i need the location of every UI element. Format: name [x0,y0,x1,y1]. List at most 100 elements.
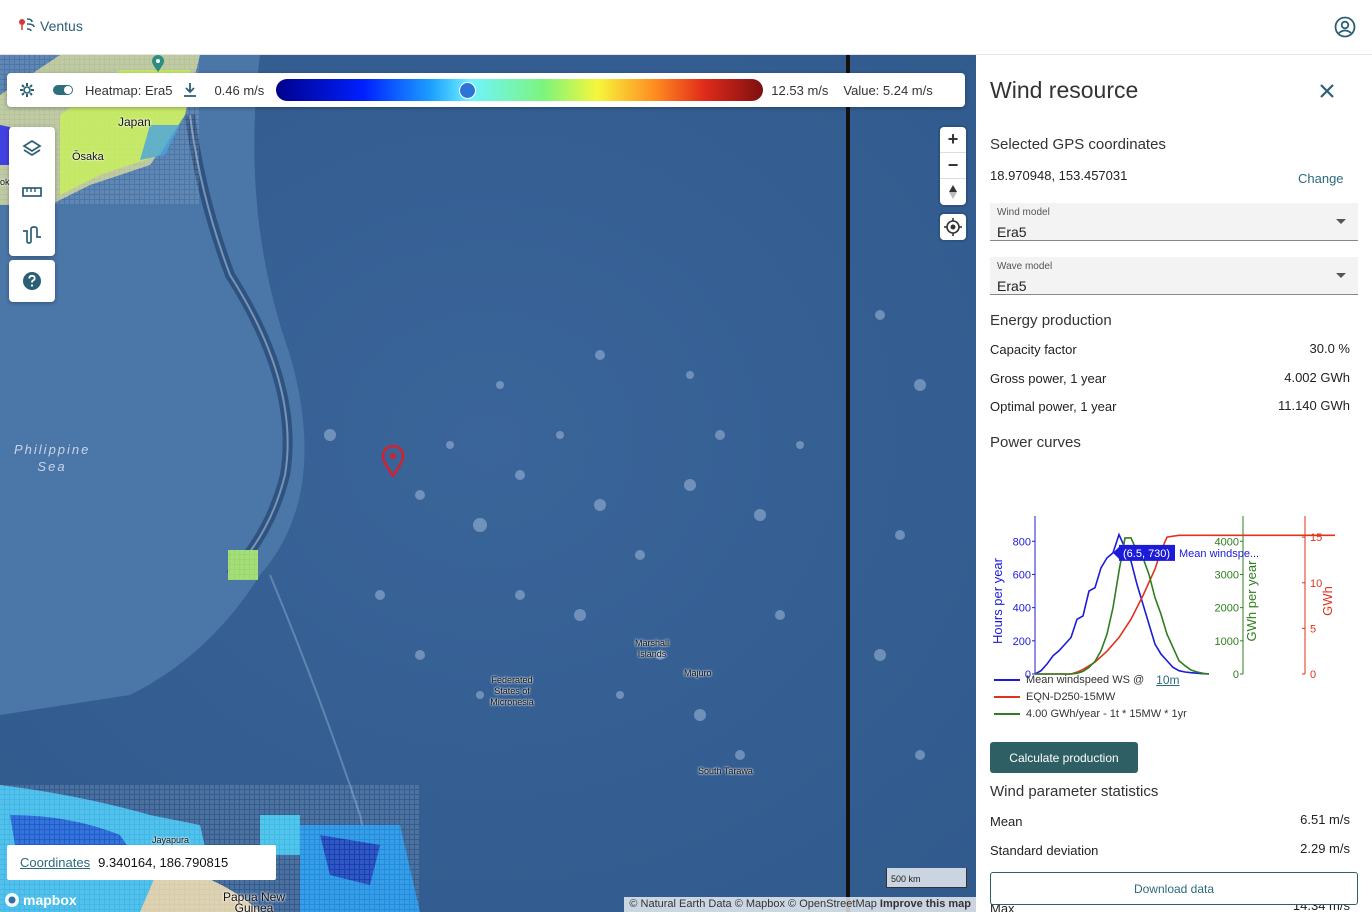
map-attribution: © Natural Earth Data © Mapbox © OpenStre… [624,897,976,912]
y-left-tick-label: 600 [1013,569,1031,581]
y-right-tick-label: 0 [1310,669,1316,681]
legend-swatch [994,713,1020,715]
stat-std-value: 2.29 m/s [1300,841,1350,856]
slider-knob[interactable] [459,82,477,99]
heatmap-gradient-slider[interactable] [276,79,764,101]
map-view[interactable]: Japan Ōsaka ok Philippine Sea Marshall I… [0,55,976,912]
map-label-marshall: Marshall Islands [634,638,669,659]
y-mid-tick-label: 2000 [1215,603,1239,615]
legend-item-windspeed[interactable]: Mean windspeed WS @ 10m [994,673,1180,687]
heatmap-value: Value: 5.24 m/s [843,82,933,98]
heatmap-label: Heatmap: Era5 [85,82,173,98]
top-bar: Ventus [0,0,1372,55]
gps-value: 18.970948, 153.457031 [990,168,1128,183]
map-label-japan: Japan [118,115,151,129]
map-label-south-tarawa: South Tarawa [698,766,753,776]
map-label-osaka: Ōsaka [72,151,104,163]
gear-icon[interactable] [19,82,35,98]
map-toolbox [9,127,55,256]
map-label-philippine-sea: Philippine Sea [14,442,91,474]
y-left-tick-label: 200 [1013,636,1031,648]
energy-heading: Energy production [990,312,1112,329]
stats-heading: Wind parameter statistics [990,783,1159,800]
y-left-tick-label: 800 [1013,536,1031,548]
wind-model-caption: Wind model [997,207,1050,218]
change-coordinates-link[interactable]: Change [1298,171,1344,186]
close-icon[interactable] [1318,82,1336,100]
mapbox-logo[interactable]: mapbox [4,892,77,908]
geolocate-button[interactable] [940,214,966,240]
wind-model-select[interactable]: Wind model Era5 [990,203,1358,241]
stat-mean-label: Mean [990,814,1023,829]
y-axis-label-left: Hours per year [990,557,1005,644]
ventus-logo-icon [19,18,35,32]
wave-model-select[interactable]: Wave model Era5 [990,257,1358,295]
optimal-power-label: Optimal power, 1 year [990,399,1117,414]
legend-label: 4.00 GWh/year - 1t * 15MW * 1yr [1026,708,1187,720]
zoom-out-button[interactable]: − [940,153,966,179]
power-curves-chart[interactable]: 0510152025m/s020040060080001000200030004… [976,460,1372,685]
download-icon[interactable] [182,81,198,99]
map-background [0,55,976,912]
wind-resource-panel: Wind resource Selected GPS coordinates 1… [976,55,1372,912]
tooltip-text: (6.5, 730) [1123,548,1170,560]
coordinates-value: 9.340164, 186.790815 [98,855,229,870]
download-data-button[interactable]: Download data [990,872,1358,905]
help-icon [23,272,41,290]
help-button[interactable] [9,260,55,302]
compass-icon [949,185,957,199]
route-icon [23,225,41,244]
chevron-down-icon [1336,219,1346,224]
map-label-micronesia: Federated States of Micronesia [490,675,534,707]
attribution-text[interactable]: © Natural Earth Data © Mapbox © OpenStre… [629,898,876,910]
y-mid-tick-label: 0 [1233,669,1239,681]
y-right-tick-label: 15 [1310,532,1322,544]
power-curves-heading: Power curves [990,434,1081,451]
layers-icon [22,139,42,156]
height-link[interactable]: 10m [1156,673,1179,687]
coordinates-box: Coordinates 9.340164, 186.790815 [7,845,276,880]
measure-button[interactable] [9,170,55,213]
improve-map-link[interactable]: Improve this map [880,898,971,910]
legend-swatch [994,696,1020,698]
map-label-papua: Papua New Guinea [222,890,286,912]
mapbox-logo-text: mapbox [23,892,77,908]
legend-swatch [994,679,1020,681]
y-mid-tick-label: 4000 [1215,536,1239,548]
map-label-majuro: Majuro [684,668,712,678]
y-mid-tick-label: 1000 [1215,636,1239,648]
map-scale: 500 km [886,868,967,888]
legend-label: EQN-D250-15MW [1026,691,1116,703]
panel-title: Wind resource [990,77,1139,103]
account-icon[interactable] [1334,16,1356,38]
legend-item-production[interactable]: 4.00 GWh/year - 1t * 15MW * 1yr [994,708,1187,720]
route-button[interactable] [9,213,55,256]
wave-model-value: Era5 [997,278,1027,294]
tooltip-series: Mean windspe... [1179,548,1259,560]
gps-heading: Selected GPS coordinates [990,136,1166,153]
mapbox-icon [5,893,19,907]
heatmap-min: 0.46 m/s [214,82,265,98]
selected-location-marker-icon[interactable] [381,445,405,477]
legend-item-turbine[interactable]: EQN-D250-15MW [994,691,1115,703]
wind-model-value: Era5 [997,224,1027,240]
app-name: Ventus [40,18,83,34]
y-axis-label-mid: GWh per year [1244,560,1259,642]
antimeridian-line [846,55,850,912]
ruler-icon [22,186,42,197]
capacity-factor-label: Capacity factor [990,342,1077,357]
compass-button[interactable] [940,179,966,205]
wave-model-caption: Wave model [997,261,1053,272]
calculate-production-button[interactable]: Calculate production [990,742,1138,773]
location-pin-icon[interactable] [150,55,166,73]
coordinates-link[interactable]: Coordinates [20,855,90,870]
geolocate-icon [944,218,962,236]
y-right-tick-label: 5 [1310,623,1316,635]
zoom-in-button[interactable]: + [940,127,966,153]
brand[interactable]: Ventus [18,16,83,34]
y-mid-tick-label: 3000 [1215,569,1239,581]
stat-mean-value: 6.51 m/s [1300,812,1350,827]
heatmap-toggle[interactable] [53,85,73,95]
layers-button[interactable] [9,127,55,170]
legend-label: Mean windspeed WS @ [1026,674,1145,686]
